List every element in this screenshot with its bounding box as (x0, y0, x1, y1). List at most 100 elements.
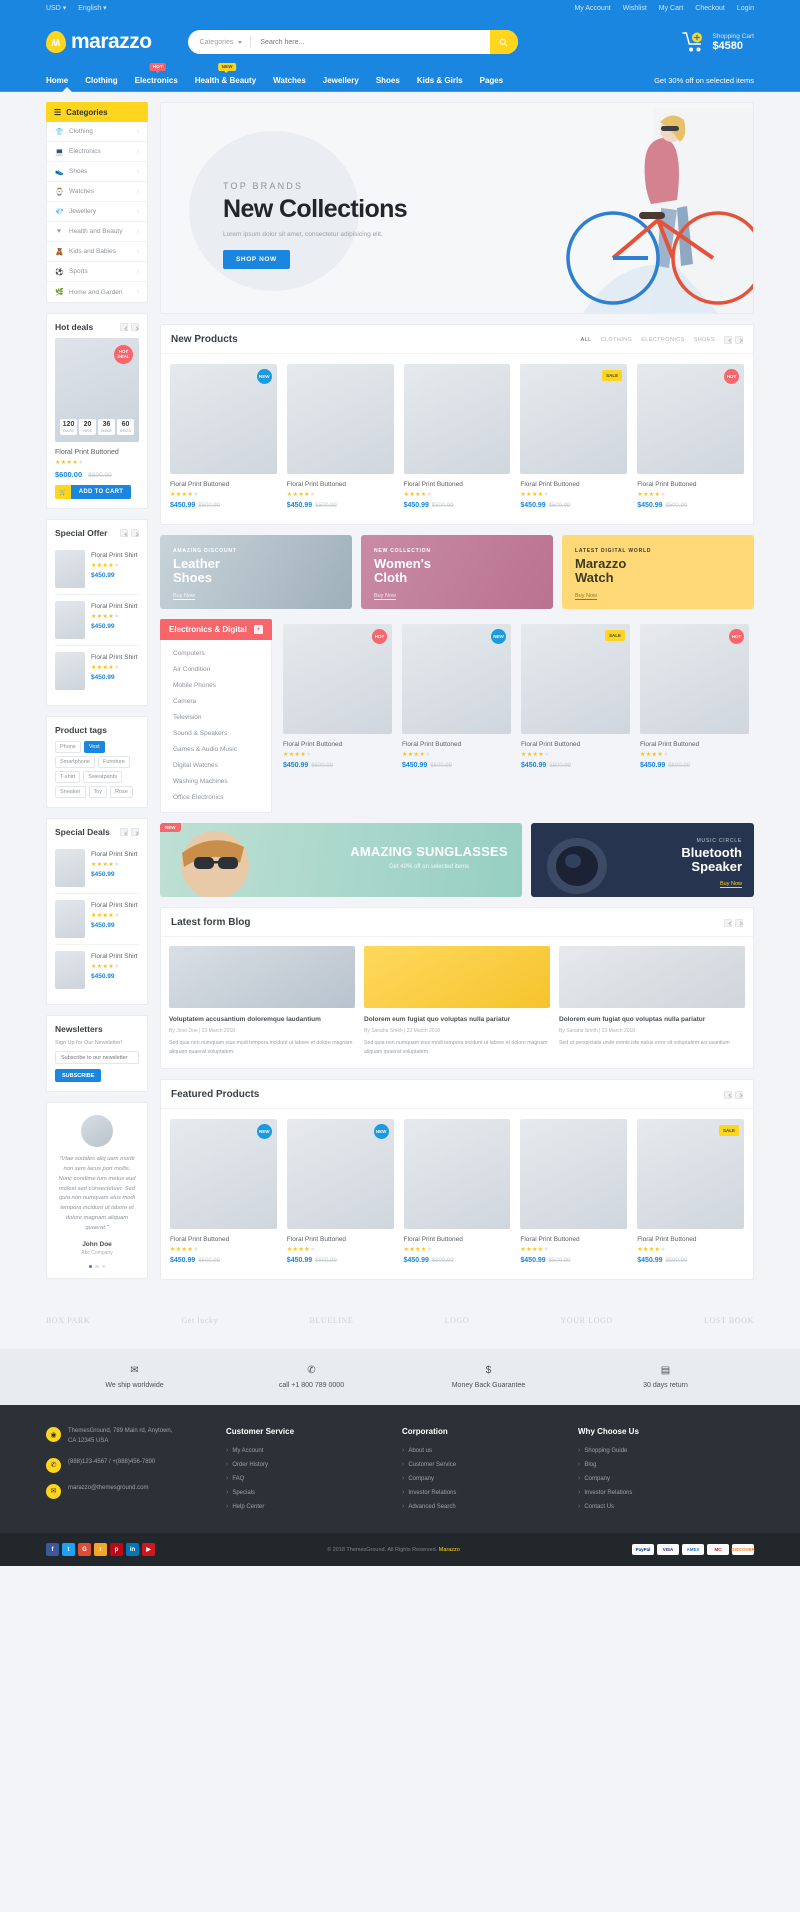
search-category-dropdown[interactable]: Categories (188, 39, 251, 46)
footer-link[interactable]: Company (578, 1475, 754, 1482)
promo-link[interactable]: Buy Now (575, 593, 598, 601)
hero-shop-now-button[interactable]: SHOP NOW (223, 250, 290, 269)
hot-deal-image[interactable]: HOT DEAL 120 DAYS 20 HRS 36 MINS 60 SECS (55, 338, 139, 442)
electronics-menu-item[interactable]: Mobile Phones (161, 677, 271, 693)
speaker-banner[interactable]: MUSIC CIRCLE Bluetooth Speaker Buy Now (530, 823, 754, 897)
footer-link[interactable]: Blog (578, 1461, 754, 1468)
nav-item-pages[interactable]: Pages (480, 76, 504, 85)
nav-item-watches[interactable]: Watches (273, 76, 306, 85)
banner-link[interactable]: Buy Now (719, 881, 742, 888)
youtube-icon[interactable]: ▶ (142, 1543, 155, 1557)
blog-next-button[interactable] (735, 918, 743, 927)
search-input[interactable] (251, 38, 490, 46)
special-deals-prev-button[interactable] (120, 828, 128, 836)
footer-link[interactable]: Advanced Search (402, 1503, 578, 1510)
brand-logo[interactable]: Get lucky (182, 1316, 219, 1325)
linkedin-icon[interactable]: in (126, 1543, 139, 1557)
blog-post[interactable]: Dolorem eum fugiat quo voluptas nulla pa… (559, 946, 745, 1056)
category-item-electronics[interactable]: 💻 Electronics › (47, 142, 147, 162)
testimonial-dot[interactable] (95, 1264, 99, 1269)
special-deals-next-button[interactable] (131, 828, 139, 836)
topbar-link[interactable]: Checkout (695, 5, 725, 12)
blog-prev-button[interactable] (724, 918, 732, 927)
product-card[interactable]: Floral Print Buttoned ★★★★★ $450.99 $500.… (515, 1114, 632, 1269)
product-card[interactable]: Floral Print Buttoned ★★★★★ $450.99 $500.… (399, 1114, 516, 1269)
brand-logo[interactable]: BLUELINE (310, 1316, 354, 1325)
promo-banner[interactable]: AMAZING DISCOUNT Leather Shoes Buy Now (160, 535, 352, 609)
language-selector[interactable]: English ▾ (78, 4, 106, 12)
sunglasses-banner[interactable]: NEW AMAZING SUNGLASSES Get 40% off on se… (160, 823, 522, 897)
brand-logo[interactable]: BOX PARK (46, 1316, 90, 1325)
category-item-clothing[interactable]: 👕 Clothing › (47, 122, 147, 142)
electronics-menu-item[interactable]: Office Electronics (161, 789, 271, 805)
hot-deals-next-button[interactable] (131, 323, 139, 331)
nav-item-clothing[interactable]: Clothing (85, 76, 117, 85)
blog-post[interactable]: Dolorem eum fugiat quo voluptas nulla pa… (364, 946, 550, 1056)
filter-shoes[interactable]: SHOES (694, 337, 715, 343)
currency-selector[interactable]: USD ▾ (46, 4, 66, 12)
product-card[interactable]: Floral Print Buttoned ★★★★★ $450.99 $500.… (282, 359, 399, 514)
footer-link[interactable]: Help Center (226, 1503, 402, 1510)
brand-logo[interactable]: YOUR LOGO (561, 1316, 613, 1325)
testimonial-dot[interactable] (101, 1264, 106, 1269)
list-item[interactable]: Floral Print Shirt ★★★★★ $450.99 (55, 595, 139, 646)
cart-widget[interactable]: Shopping Cart $4580 (682, 31, 754, 53)
product-tag[interactable]: T-shirt (55, 771, 81, 783)
footer-link[interactable]: About us (402, 1447, 578, 1454)
category-item-home-and-garden[interactable]: 🌿 Home and Garden › (47, 282, 147, 302)
category-item-shoes[interactable]: 👟 Shoes › (47, 162, 147, 182)
product-tag[interactable]: Sweatpants (83, 771, 123, 783)
promo-link[interactable]: Buy Now (374, 593, 397, 601)
product-card[interactable]: SALE Floral Print Buttoned ★★★★★ $450.99… (516, 619, 635, 813)
filter-all[interactable]: ALL (581, 337, 592, 343)
footer-link[interactable]: Company (402, 1475, 578, 1482)
footer-link[interactable]: Order History (226, 1461, 402, 1468)
blog-post[interactable]: Voluptatem accusantium doloremque laudan… (169, 946, 355, 1056)
footer-link[interactable]: Contact Us (578, 1503, 754, 1510)
filter-clothing[interactable]: CLOTHING (601, 337, 633, 343)
electronics-menu-item[interactable]: Camera (161, 693, 271, 709)
electronics-menu-item[interactable]: Television (161, 709, 271, 725)
list-item[interactable]: Floral Print Shirt ★★★★★ $450.99 (55, 544, 139, 595)
product-card[interactable]: HOT Floral Print Buttoned ★★★★★ $450.99 $… (635, 619, 754, 813)
product-card[interactable]: NEW Floral Print Buttoned ★★★★★ $450.99 $… (165, 1114, 282, 1269)
product-tag[interactable]: Sneaker (55, 786, 86, 798)
newsletter-subscribe-button[interactable]: SUBSCRIBE (55, 1069, 102, 1082)
footer-link[interactable]: Customer Service (402, 1461, 578, 1468)
footer-link[interactable]: FAQ (226, 1475, 402, 1482)
electronics-menu-item[interactable]: Washing Machines (161, 773, 271, 789)
footer-link[interactable]: Shopping Guide (578, 1447, 754, 1454)
new-products-prev-button[interactable] (724, 335, 732, 344)
product-card[interactable]: NEW Floral Print Buttoned ★★★★★ $450.99 $… (397, 619, 516, 813)
product-card[interactable]: SALE Floral Print Buttoned ★★★★★ $450.99… (515, 359, 632, 514)
new-products-next-button[interactable] (735, 335, 743, 344)
product-tag[interactable]: Furniture (97, 756, 130, 768)
rss-icon[interactable]: r (94, 1543, 107, 1557)
product-tag[interactable]: Phone (55, 741, 81, 753)
testimonial-dot[interactable] (88, 1264, 93, 1269)
list-item[interactable]: Floral Print Shirt ★★★★★ $450.99 (55, 646, 139, 696)
brand-logo[interactable]: LOST BOOK (704, 1316, 754, 1325)
promo-banner[interactable]: LATEST DIGITAL WORLD Marazzo Watch Buy No… (562, 535, 754, 609)
footer-link[interactable]: Specials (226, 1489, 402, 1496)
list-item[interactable]: Floral Print Shirt ★★★★★ $450.99 (55, 945, 139, 995)
product-card[interactable]: NEW Floral Print Buttoned ★★★★★ $450.99 $… (165, 359, 282, 514)
category-item-jewellery[interactable]: 💎 Jewellery › (47, 202, 147, 222)
featured-next-button[interactable] (735, 1090, 743, 1099)
footer-link[interactable]: My Account (226, 1447, 402, 1454)
logo[interactable]: marazzo (46, 30, 152, 54)
footer-link[interactable]: Investor Relations (402, 1489, 578, 1496)
search-button[interactable] (489, 30, 518, 54)
product-card[interactable]: NEW Floral Print Buttoned ★★★★★ $450.99 $… (282, 1114, 399, 1269)
electronics-menu-item[interactable]: Sound & Speakers (161, 725, 271, 741)
electronics-menu-item[interactable]: Games & Audio Music (161, 741, 271, 757)
brand-logo[interactable]: LOGO (445, 1316, 470, 1325)
product-card[interactable]: HOT Floral Print Buttoned ★★★★★ $450.99 $… (632, 359, 749, 514)
google-plus-icon[interactable]: G (78, 1543, 91, 1557)
hot-deals-prev-button[interactable] (120, 323, 128, 331)
topbar-link[interactable]: Wishlist (623, 5, 647, 12)
product-tag[interactable]: Vest (83, 741, 105, 753)
featured-prev-button[interactable] (724, 1090, 732, 1099)
nav-item-kids-girls[interactable]: Kids & Girls (417, 76, 463, 85)
nav-item-health-beauty[interactable]: NEW Health & Beauty (195, 62, 256, 85)
